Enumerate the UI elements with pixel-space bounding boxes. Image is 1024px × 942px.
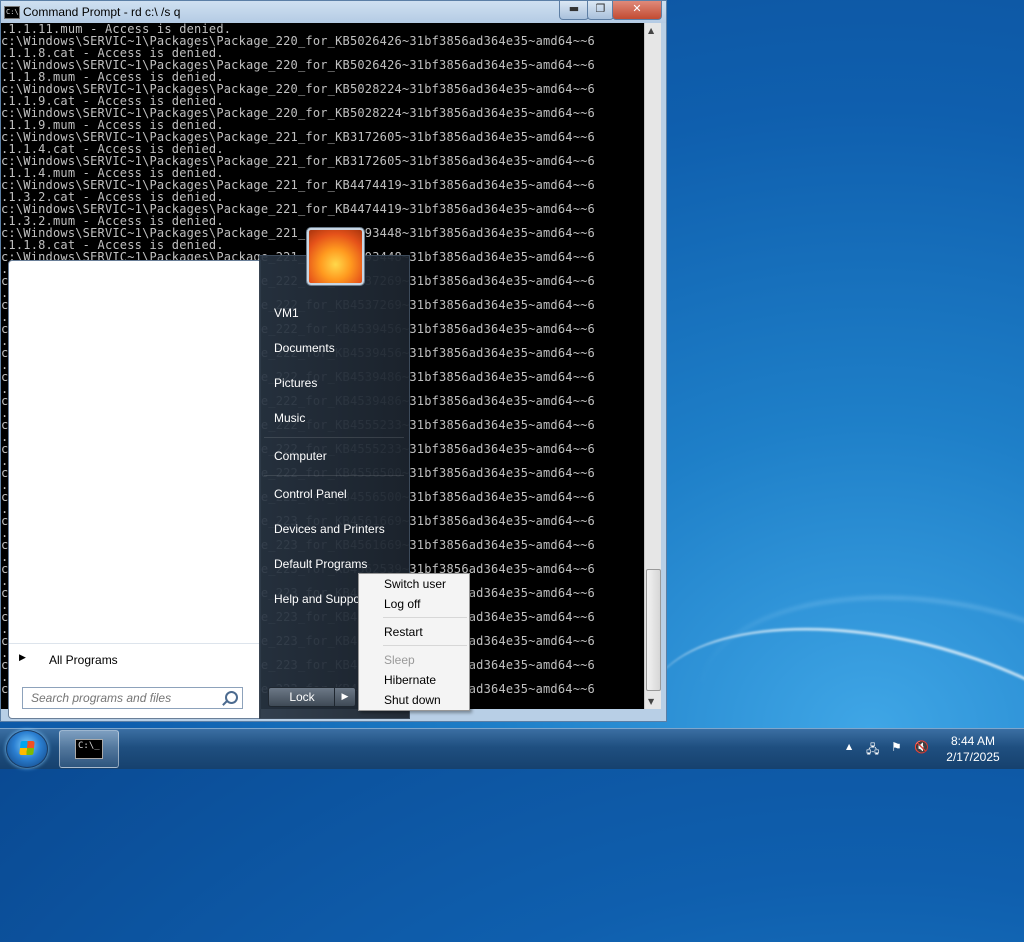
start-item-user[interactable]: VM1 bbox=[274, 306, 299, 320]
action-center-flag-icon[interactable]: ⚑ bbox=[891, 740, 902, 754]
volume-muted-icon[interactable]: 🔇 bbox=[914, 740, 929, 754]
menu-item-switch-user[interactable]: Switch user bbox=[384, 577, 446, 591]
lock-button[interactable]: Lock bbox=[268, 687, 336, 707]
user-picture[interactable] bbox=[307, 228, 364, 285]
start-item-music[interactable]: Music bbox=[274, 411, 305, 425]
title-bar[interactable]: C:\ Command Prompt - rd c:\ /s q ▬ ❐ ✕ bbox=[1, 1, 666, 23]
start-item-computer[interactable]: Computer bbox=[274, 449, 327, 463]
search-icon[interactable] bbox=[225, 691, 238, 704]
clock-date: 2/17/2025 bbox=[946, 750, 1000, 764]
divider bbox=[264, 475, 404, 476]
minimize-button[interactable]: ▬ bbox=[559, 1, 589, 20]
start-button[interactable] bbox=[6, 730, 48, 768]
close-button[interactable]: ✕ bbox=[612, 1, 662, 20]
scroll-down-icon[interactable]: ▼ bbox=[648, 697, 654, 706]
start-item-documents[interactable]: Documents bbox=[274, 341, 335, 355]
windows-logo-icon bbox=[19, 741, 35, 755]
cmd-icon: C:\_ bbox=[75, 739, 103, 759]
start-item-control-panel[interactable]: Control Panel bbox=[274, 487, 347, 501]
network-icon[interactable]: 🖧 bbox=[866, 740, 879, 761]
scrollbar-thumb[interactable] bbox=[646, 569, 661, 691]
cmd-icon[interactable]: C:\ bbox=[4, 6, 20, 19]
menu-divider bbox=[383, 645, 467, 646]
start-item-pictures[interactable]: Pictures bbox=[274, 376, 317, 390]
all-programs-label: All Programs bbox=[49, 653, 118, 667]
divider bbox=[264, 437, 404, 438]
power-options-arrow-icon[interactable]: ▶ bbox=[334, 687, 356, 707]
power-options-menu: Switch user Log off Restart Sleep Hibern… bbox=[358, 573, 470, 711]
menu-item-hibernate[interactable]: Hibernate bbox=[384, 673, 436, 687]
search-input[interactable] bbox=[29, 688, 223, 708]
start-item-devices-printers[interactable]: Devices and Printers bbox=[274, 522, 385, 536]
show-hidden-icons-icon[interactable]: ▲ bbox=[846, 742, 852, 751]
menu-item-sleep: Sleep bbox=[384, 653, 415, 667]
maximize-button[interactable]: ❐ bbox=[587, 1, 614, 20]
menu-item-restart[interactable]: Restart bbox=[384, 625, 423, 639]
menu-divider bbox=[383, 617, 467, 618]
menu-item-shut-down[interactable]: Shut down bbox=[384, 693, 441, 707]
start-item-help-support[interactable]: Help and Support bbox=[274, 592, 367, 606]
search-box[interactable] bbox=[22, 687, 243, 709]
clock-time: 8:44 AM bbox=[950, 734, 996, 748]
window-title: Command Prompt - rd c:\ /s q bbox=[23, 5, 181, 19]
start-menu-programs-pane: ▶ All Programs bbox=[8, 260, 261, 719]
taskbar-command-prompt[interactable]: C:\_ bbox=[59, 730, 119, 768]
vertical-scrollbar[interactable]: ▲ ▼ bbox=[644, 23, 661, 709]
menu-item-log-off[interactable]: Log off bbox=[384, 597, 420, 611]
start-item-default-programs[interactable]: Default Programs bbox=[274, 557, 367, 571]
scroll-up-icon[interactable]: ▲ bbox=[648, 26, 654, 35]
all-programs-item[interactable]: ▶ All Programs bbox=[9, 643, 260, 672]
system-clock[interactable]: 8:44 AM 2/17/2025 bbox=[938, 733, 1008, 765]
triangle-right-icon: ▶ bbox=[19, 652, 26, 662]
